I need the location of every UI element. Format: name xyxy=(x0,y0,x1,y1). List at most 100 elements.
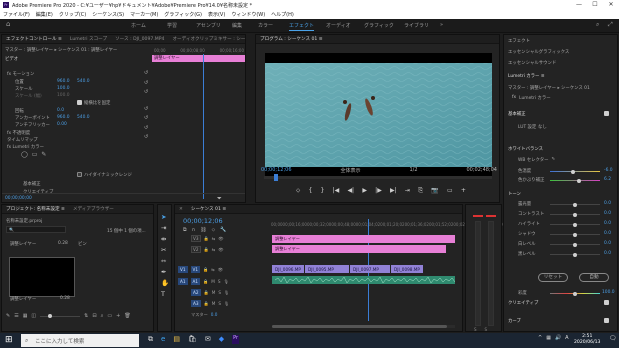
tab-program[interactable]: プログラム : シーケンス 01 ≡ xyxy=(256,36,327,42)
rotation-row[interactable]: 回転 0.0 xyxy=(15,107,64,114)
blacks-slider[interactable] xyxy=(550,252,600,257)
tab-lumetri-color[interactable]: Lumetri カラー ≡ xyxy=(508,72,545,79)
workspace-graphics[interactable]: グラフィック xyxy=(364,22,394,29)
track-select-tool-icon[interactable]: ⇥ xyxy=(161,224,169,232)
lumetri-source[interactable]: マスター : 調整レイヤー ▸ シーケンス 01 xyxy=(508,84,590,91)
menu-window[interactable]: ウィンドウ(W) xyxy=(228,11,268,18)
lift-icon[interactable]: ⇥ xyxy=(405,187,410,197)
selection-tool-icon[interactable]: ➤ xyxy=(161,213,169,221)
creative-checkbox[interactable] xyxy=(604,300,609,305)
step-back-icon[interactable]: ◀| xyxy=(347,187,354,197)
workspace-effects[interactable]: エフェクト xyxy=(289,22,315,31)
effect-clip-bar[interactable]: 調整レイヤー xyxy=(152,55,245,62)
workspace-edit[interactable]: 編集 xyxy=(232,22,242,29)
clip-indicator[interactable] xyxy=(473,215,483,217)
more-workspaces-icon[interactable]: » xyxy=(440,22,443,28)
lock-icon[interactable]: 🔒 xyxy=(204,236,209,242)
menu-graphics[interactable]: グラフィック(G) xyxy=(161,11,205,18)
audio-clip-a1[interactable] xyxy=(272,276,455,284)
uniform-scale-row[interactable]: 縦横比を固定 xyxy=(77,99,110,106)
saturation-slider[interactable] xyxy=(550,291,600,296)
close-sequence-icon[interactable]: ✕ xyxy=(175,207,187,212)
notification-icon[interactable]: 🗨 xyxy=(609,335,617,342)
clock[interactable]: 2:51 2020/06/13 xyxy=(574,334,600,346)
lumetri-color-row[interactable]: fx Lumetri カラー xyxy=(7,143,44,150)
exposure-slider[interactable] xyxy=(550,202,600,207)
hand-tool-icon[interactable]: ✋ xyxy=(161,279,169,287)
lock-icon[interactable]: 🔒 xyxy=(204,301,209,307)
play-icon[interactable]: ▶ xyxy=(362,187,367,197)
program-timecode[interactable]: 00;00;12;06 xyxy=(261,167,292,173)
tab-essential-graphics[interactable]: エッセンシャルグラフィックス xyxy=(508,48,569,55)
workspace-home[interactable]: ホーム xyxy=(131,22,146,29)
button-editor-icon[interactable]: + xyxy=(461,187,466,197)
project-item-thumbnail[interactable] xyxy=(9,257,75,297)
mute-button[interactable]: M xyxy=(211,279,215,284)
export-frame-icon[interactable]: 📷 xyxy=(431,187,438,197)
freeform-view-icon[interactable]: ◫ xyxy=(31,313,36,319)
project-item-label[interactable]: 調整レイヤー 0.28 xyxy=(10,295,70,302)
icon-view-icon[interactable]: ▦ xyxy=(23,313,28,319)
blacks-value[interactable]: 0.0 xyxy=(604,250,611,257)
sync-icon[interactable]: ⇆ xyxy=(212,247,216,252)
basic-correction-header[interactable]: 基本補正 xyxy=(508,110,526,117)
tab-effects[interactable]: エフェクト xyxy=(508,37,530,44)
whites-row[interactable]: 白レベル xyxy=(518,240,536,247)
time-remap-row[interactable]: タイムリマップ xyxy=(7,136,38,143)
type-tool-icon[interactable]: T xyxy=(161,290,169,298)
minimize-button[interactable]: — xyxy=(571,0,587,10)
clip-dji-0098[interactable]: DJI_0098.MP xyxy=(391,265,423,273)
file-explorer-icon[interactable]: ▤ xyxy=(173,335,180,344)
blacks-row[interactable]: 黒レベル xyxy=(518,250,536,257)
reset-icon[interactable]: ↺ xyxy=(144,115,148,121)
edge-icon[interactable]: e xyxy=(161,335,165,344)
sort-icon[interactable]: ⇅ xyxy=(84,313,88,319)
shadows-slider[interactable] xyxy=(550,232,600,237)
snap-icon[interactable]: ∩ xyxy=(192,227,196,233)
shadows-value[interactable]: 0.0 xyxy=(604,230,611,237)
lock-icon[interactable]: 🔒 xyxy=(204,247,209,253)
tab-essential-sound[interactable]: エッセンシャルサウンド xyxy=(508,59,556,66)
reset-button[interactable]: リセット xyxy=(538,273,568,282)
anti-flicker-row[interactable]: アンチフリッカー 0.00 xyxy=(15,121,67,128)
project-column-name[interactable]: 調整レイヤー 0.28 ビン xyxy=(10,240,87,247)
creative-header[interactable]: クリエイティブ xyxy=(508,299,538,306)
solo-button[interactable]: S xyxy=(218,290,221,295)
solo-button[interactable]: S xyxy=(218,279,221,284)
tint-slider[interactable] xyxy=(550,178,600,183)
menu-clip[interactable]: クリップ(C) xyxy=(56,11,89,18)
workspace-audio[interactable]: オーディオ xyxy=(326,22,351,29)
temperature-row[interactable]: 色温度 xyxy=(518,167,548,174)
reset-icon[interactable]: ↺ xyxy=(144,80,148,86)
track-header-a1[interactable]: A1 A1 🔒 M S 🎙 xyxy=(175,277,263,286)
pen-mask-icon[interactable]: ✎ xyxy=(41,151,46,158)
extract-icon[interactable]: ⎘ xyxy=(418,187,423,197)
mute-button[interactable]: M xyxy=(212,301,216,306)
workspace-libraries[interactable]: ライブラリ xyxy=(404,22,429,29)
exposure-row[interactable]: 露光量 xyxy=(518,200,531,207)
comparison-view-icon[interactable]: ▭ xyxy=(447,187,453,197)
clip-adjustment-layer-v2[interactable]: 調整レイヤー xyxy=(272,245,446,253)
workspace-assembly[interactable]: アセンブリ xyxy=(196,22,221,29)
track-header-a3[interactable]: A3 🔒 M S 🎙 xyxy=(175,299,263,308)
nest-icon[interactable]: ⧉ xyxy=(183,227,187,233)
effect-source-line[interactable]: マスター : 調整レイヤー ▸ シーケンス 01 : 調整レイヤー xyxy=(5,46,117,53)
exposure-value[interactable]: 0.0 xyxy=(604,200,611,207)
saturation-row[interactable]: 彩度 xyxy=(518,289,527,296)
tab-effect-controls[interactable]: エフェクトコントロール ≡ xyxy=(2,36,66,42)
slip-tool-icon[interactable]: ⇿ xyxy=(161,257,169,265)
network-icon[interactable]: ▦ xyxy=(546,335,551,341)
ime-icon[interactable]: A xyxy=(565,335,568,341)
ripple-edit-tool-icon[interactable]: ⇹ xyxy=(161,235,169,243)
basic-correction-row[interactable]: 基本補正 xyxy=(23,180,41,187)
track-header-v3[interactable]: V3 🔒 ⇆ 👁 xyxy=(175,234,263,243)
clip-dji-0096[interactable]: DJI_0096.MP xyxy=(272,265,304,273)
pen-tool-icon[interactable]: ✒ xyxy=(161,268,169,276)
scale-row[interactable]: スケール 100.0 xyxy=(15,85,70,92)
mark-out-icon[interactable]: } xyxy=(321,187,325,197)
scale-width-row[interactable]: スケール (幅) 100.0 xyxy=(15,92,70,99)
uniform-scale-checkbox[interactable] xyxy=(77,100,82,105)
timeline-timecode[interactable]: 00;00;12;06 xyxy=(183,217,223,225)
clip-adjustment-layer-v3[interactable]: 調整レイヤー xyxy=(272,235,455,243)
menu-help[interactable]: ヘルプ(H) xyxy=(268,11,297,18)
